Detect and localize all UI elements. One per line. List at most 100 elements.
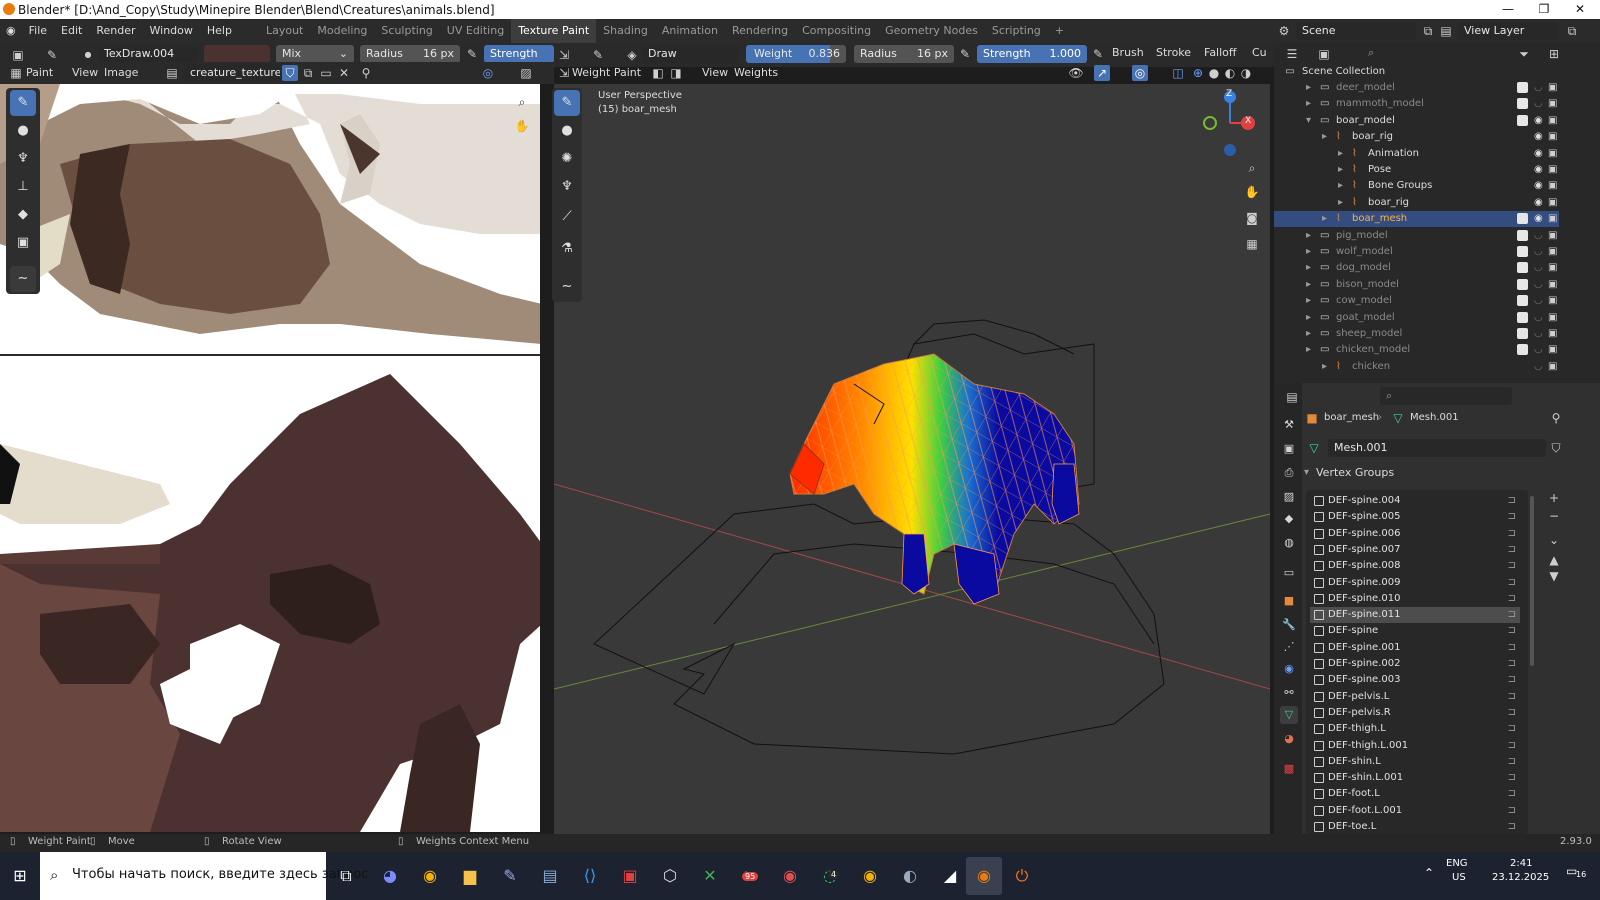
panel-collapse-icon[interactable]: ▾ xyxy=(1304,463,1309,483)
weight-draw-tool-icon[interactable]: ✎ xyxy=(554,90,580,116)
unity-icon[interactable]: ⬡ xyxy=(652,857,688,895)
visibility-eye-icon[interactable]: ◉ xyxy=(1534,146,1543,162)
brush-color-swatch[interactable] xyxy=(204,45,270,63)
outliner-item[interactable]: ▸ ⌇ Pose ◉ ▣ xyxy=(1274,162,1559,178)
vertex-group-item[interactable]: DEF-spine.011 ⊐ xyxy=(1310,607,1520,624)
world-tab-icon[interactable]: ◍ xyxy=(1280,534,1298,552)
expand-arrow-icon[interactable]: ▸ xyxy=(1306,277,1311,293)
material-shading-icon[interactable]: ◐ xyxy=(1222,65,1238,81)
render-camera-icon[interactable]: ▣ xyxy=(1548,129,1557,145)
blur-tool-icon[interactable]: ● xyxy=(554,118,580,144)
lock-icon[interactable]: ⊐ xyxy=(1508,721,1516,737)
filter-icon[interactable]: ⏷ xyxy=(1516,46,1532,62)
lock-icon[interactable]: ⊐ xyxy=(1508,623,1516,639)
expand-arrow-icon[interactable]: ▸ xyxy=(1338,146,1343,162)
expand-arrow-icon[interactable]: ▸ xyxy=(1338,162,1343,178)
fill-tool-icon[interactable]: ◆ xyxy=(10,202,36,228)
visibility-eye-icon[interactable]: ◡ xyxy=(1534,359,1543,375)
viewport-strength-field[interactable]: Strength 1.000 xyxy=(977,45,1087,63)
render-camera-icon[interactable]: ▣ xyxy=(1548,277,1557,293)
output-tab-icon[interactable]: ⎙ xyxy=(1280,464,1298,482)
menu-help[interactable]: Help xyxy=(200,19,239,43)
radius-field[interactable]: Radius 16 px xyxy=(360,45,460,63)
expand-arrow-icon[interactable]: ▸ xyxy=(1322,359,1327,375)
image-browse-icon[interactable]: ▤ xyxy=(164,65,180,81)
strength-pressure-icon[interactable]: ✎ xyxy=(1090,46,1106,62)
render-tab-icon[interactable]: ▣ xyxy=(1280,440,1298,458)
expand-arrow-icon[interactable]: ▸ xyxy=(1306,80,1311,96)
view-layer-selector[interactable]: View Layer xyxy=(1458,22,1558,40)
visibility-eye-icon[interactable]: ◉ xyxy=(1534,162,1543,178)
exclude-checkbox[interactable] xyxy=(1517,328,1528,339)
object-tab-icon[interactable]: ■ xyxy=(1280,592,1298,610)
expand-arrow-icon[interactable]: ▸ xyxy=(1322,129,1327,145)
lock-icon[interactable]: ⊐ xyxy=(1508,705,1516,721)
new-scene-icon[interactable]: ⧉ xyxy=(1420,23,1436,39)
navigation-gizmo[interactable]: Z X xyxy=(1198,88,1268,158)
visibility-icon[interactable]: 👁 xyxy=(1068,65,1084,81)
vertex-group-item[interactable]: DEF-spine.005 ⊐ xyxy=(1310,509,1520,525)
outliner-item[interactable]: ▸ ▭ sheep_model ◡ ▣ xyxy=(1274,326,1559,342)
expand-arrow-icon[interactable]: ▸ xyxy=(1306,293,1311,309)
weight-paint-mode-dropdown[interactable]: Weight Paint xyxy=(572,63,641,83)
tab-sculpting[interactable]: Sculpting xyxy=(374,19,439,43)
add-workspace-button[interactable]: + xyxy=(1048,19,1071,43)
excel-icon[interactable]: ✕ xyxy=(692,857,728,895)
open-image-icon[interactable]: ▭ xyxy=(318,65,334,81)
paint-mode-dropdown[interactable]: Paint xyxy=(26,63,53,83)
vertex-group-item[interactable]: DEF-spine.009 ⊐ xyxy=(1310,575,1520,591)
render-camera-icon[interactable]: ▣ xyxy=(1548,326,1557,342)
image-name-field[interactable]: creature_texture.png xyxy=(184,64,280,81)
vertex-group-item[interactable]: DEF-foot.L ⊐ xyxy=(1310,786,1520,802)
zoom-icon[interactable]: ⌕ xyxy=(514,94,530,110)
viewport-radius-field[interactable]: Radius 16 px xyxy=(854,45,954,63)
render-camera-icon[interactable]: ▣ xyxy=(1548,293,1557,309)
editor-type-icon[interactable]: ▣ xyxy=(10,47,26,63)
brush-app-icon[interactable]: ✎ xyxy=(492,857,528,895)
duplicate-image-icon[interactable]: ⧉ xyxy=(300,65,316,81)
brush-menu[interactable]: Brush xyxy=(1112,43,1144,63)
vertex-group-specials-icon[interactable]: ⌄ xyxy=(1546,532,1562,548)
material-tab-icon[interactable]: ◕ xyxy=(1280,730,1298,748)
visibility-eye-icon[interactable]: ◡ xyxy=(1534,326,1543,342)
vertex-group-item[interactable]: DEF-spine.002 ⊐ xyxy=(1310,656,1520,672)
unity-hub-icon[interactable]: ◢ xyxy=(932,857,968,895)
visibility-eye-icon[interactable]: ◡ xyxy=(1534,277,1543,293)
tab-texture-paint[interactable]: Texture Paint xyxy=(511,19,597,43)
close-icon[interactable]: ✕ xyxy=(1562,0,1598,19)
vertex-group-item[interactable]: DEF-spine.010 ⊐ xyxy=(1310,591,1520,607)
lock-icon[interactable]: ⊐ xyxy=(1508,819,1516,834)
render-camera-icon[interactable]: ▣ xyxy=(1548,113,1557,129)
gizmo-toggle-icon[interactable]: ↗ xyxy=(1094,65,1110,81)
tool-tab-icon[interactable]: ⚒ xyxy=(1280,416,1298,434)
outliner-item[interactable]: ▸ ▭ mammoth_model ◡ ▣ xyxy=(1274,96,1559,112)
overlays-icon[interactable]: ◎ xyxy=(1132,65,1148,81)
vertex-group-item[interactable]: DEF-shin.L ⊐ xyxy=(1310,754,1520,770)
task-view-icon[interactable]: ⧉ xyxy=(328,857,364,895)
smear-weight-tool-icon[interactable]: ♆ xyxy=(554,174,580,200)
visibility-eye-icon[interactable]: ◡ xyxy=(1534,96,1543,112)
move-group-up-icon[interactable]: ▲ xyxy=(1546,552,1562,568)
outliner-item[interactable]: ▸ ▭ deer_model ◡ ▣ xyxy=(1274,80,1559,96)
render-camera-icon[interactable]: ▣ xyxy=(1548,162,1557,178)
pan-hand-icon[interactable]: ✋ xyxy=(514,118,530,134)
menu-edit[interactable]: Edit xyxy=(54,19,89,43)
render-camera-icon[interactable]: ▣ xyxy=(1548,244,1557,260)
vertex-group-item[interactable]: DEF-spine.008 ⊐ xyxy=(1310,558,1520,574)
constraints-tab-icon[interactable]: ⚯ xyxy=(1280,684,1298,702)
expand-arrow-icon[interactable]: ▸ xyxy=(1338,195,1343,211)
taskbar-search-box[interactable]: ⌕ Чтобы начать поиск, введите здесь запр… xyxy=(40,852,369,900)
outliner-item[interactable]: ▸ ⌇ boar_mesh ◉ ▣ xyxy=(1274,211,1559,228)
clone-tool-icon[interactable]: ⊥ xyxy=(10,174,36,200)
vscode-icon[interactable]: ⟨⟩ xyxy=(572,857,608,895)
viewport-pressure-icon[interactable]: ✎ xyxy=(957,46,973,62)
render-camera-icon[interactable]: ▣ xyxy=(1548,359,1557,375)
chrome-icon[interactable]: ◉ xyxy=(412,857,448,895)
smear-tool-icon[interactable]: ♆ xyxy=(10,146,36,172)
brush-icon[interactable]: ✎ xyxy=(44,47,60,63)
fake-user-shield-icon[interactable]: ⛉ xyxy=(282,65,298,81)
vertex-group-scrollbar[interactable] xyxy=(1530,496,1534,666)
viewport-pan-icon[interactable]: ✋ xyxy=(1244,184,1260,200)
expand-arrow-icon[interactable]: ▸ xyxy=(1306,96,1311,112)
physics-tab-icon[interactable]: ◉ xyxy=(1280,660,1298,678)
